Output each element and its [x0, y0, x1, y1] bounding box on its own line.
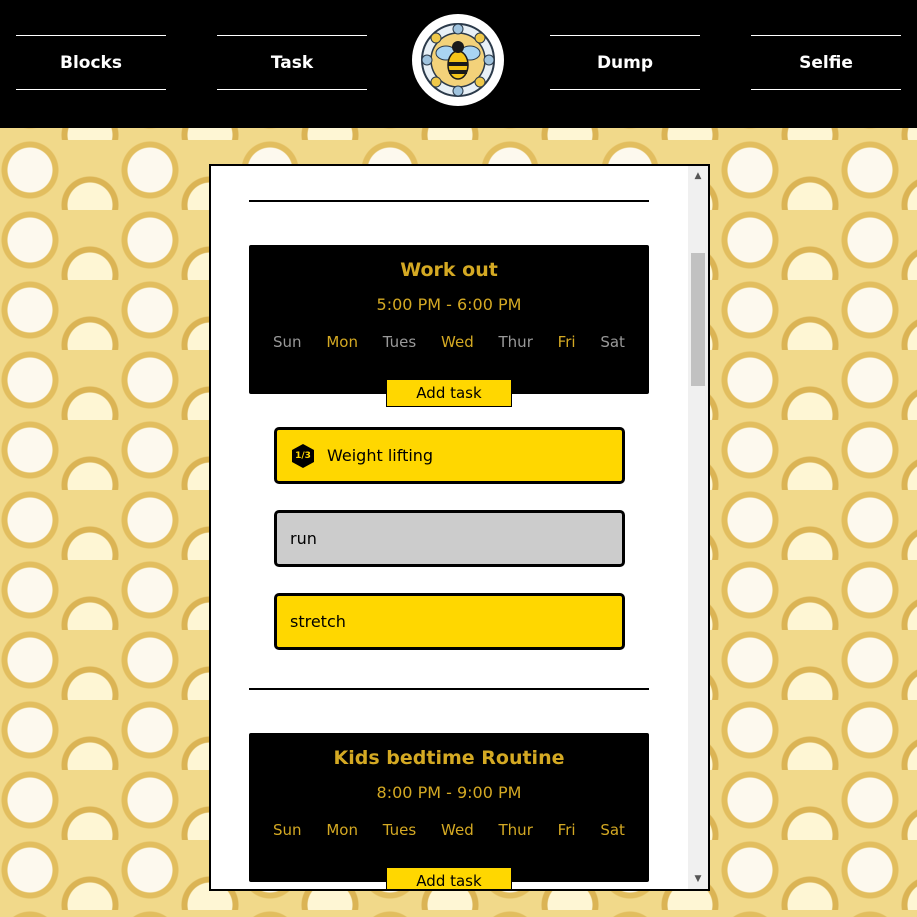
time-block: Kids bedtime Routine 8:00 PM - 9:00 PM S…: [249, 733, 649, 889]
vertical-scrollbar[interactable]: ▲ ▼: [688, 166, 708, 889]
section-divider: [249, 200, 649, 202]
nav-selfie-link[interactable]: Selfie: [751, 35, 901, 90]
task-label: Weight lifting: [327, 446, 434, 465]
nav-dump-link[interactable]: Dump: [550, 35, 700, 90]
task-item[interactable]: stretch: [274, 593, 625, 650]
day-sat[interactable]: Sat: [600, 821, 625, 839]
day-tues[interactable]: Tues: [383, 333, 416, 351]
add-task-button[interactable]: Add task: [386, 867, 512, 889]
weekday-selector: Sun Mon Tues Wed Thur Fri Sat: [273, 333, 625, 351]
day-sat[interactable]: Sat: [600, 333, 625, 351]
top-nav-bar: Blocks Task Dump Selfie: [0, 0, 917, 128]
day-thur[interactable]: Thur: [499, 333, 533, 351]
hexagon-badge-icon: 1/3: [290, 443, 316, 469]
block-time: 5:00 PM - 6:00 PM: [376, 295, 522, 314]
day-wed[interactable]: Wed: [441, 333, 474, 351]
add-task-button[interactable]: Add task: [386, 379, 512, 407]
task-item[interactable]: run: [274, 510, 625, 567]
task-label: stretch: [290, 612, 346, 631]
task-label: run: [290, 529, 317, 548]
bee-logo[interactable]: [412, 14, 504, 106]
day-tues[interactable]: Tues: [383, 821, 416, 839]
task-progress-badge: 1/3: [295, 450, 311, 461]
scroll-down-arrow-icon[interactable]: ▼: [688, 869, 708, 889]
day-fri[interactable]: Fri: [558, 333, 576, 351]
day-thur[interactable]: Thur: [499, 821, 533, 839]
time-block: Work out 5:00 PM - 6:00 PM Sun Mon Tues …: [249, 245, 649, 407]
block-time: 8:00 PM - 9:00 PM: [376, 783, 522, 802]
day-mon[interactable]: Mon: [326, 821, 358, 839]
blocks-scroll-area[interactable]: Work out 5:00 PM - 6:00 PM Sun Mon Tues …: [211, 166, 688, 889]
day-fri[interactable]: Fri: [558, 821, 576, 839]
block-title: Kids bedtime Routine: [333, 747, 565, 769]
scroll-up-arrow-icon[interactable]: ▲: [688, 166, 708, 186]
day-sun[interactable]: Sun: [273, 821, 302, 839]
bee-logo-icon: [421, 23, 495, 97]
scrollbar-thumb[interactable]: [691, 253, 705, 386]
section-divider: [249, 688, 649, 690]
weekday-selector: Sun Mon Tues Wed Thur Fri Sat: [273, 821, 625, 839]
block-title: Work out: [400, 259, 498, 281]
nav-task-link[interactable]: Task: [217, 35, 367, 90]
day-sun[interactable]: Sun: [273, 333, 302, 351]
day-wed[interactable]: Wed: [441, 821, 474, 839]
nav-blocks-link[interactable]: Blocks: [16, 35, 166, 90]
day-mon[interactable]: Mon: [326, 333, 358, 351]
task-item[interactable]: 1/3 Weight lifting: [274, 427, 625, 484]
blocks-panel: Work out 5:00 PM - 6:00 PM Sun Mon Tues …: [209, 164, 710, 891]
